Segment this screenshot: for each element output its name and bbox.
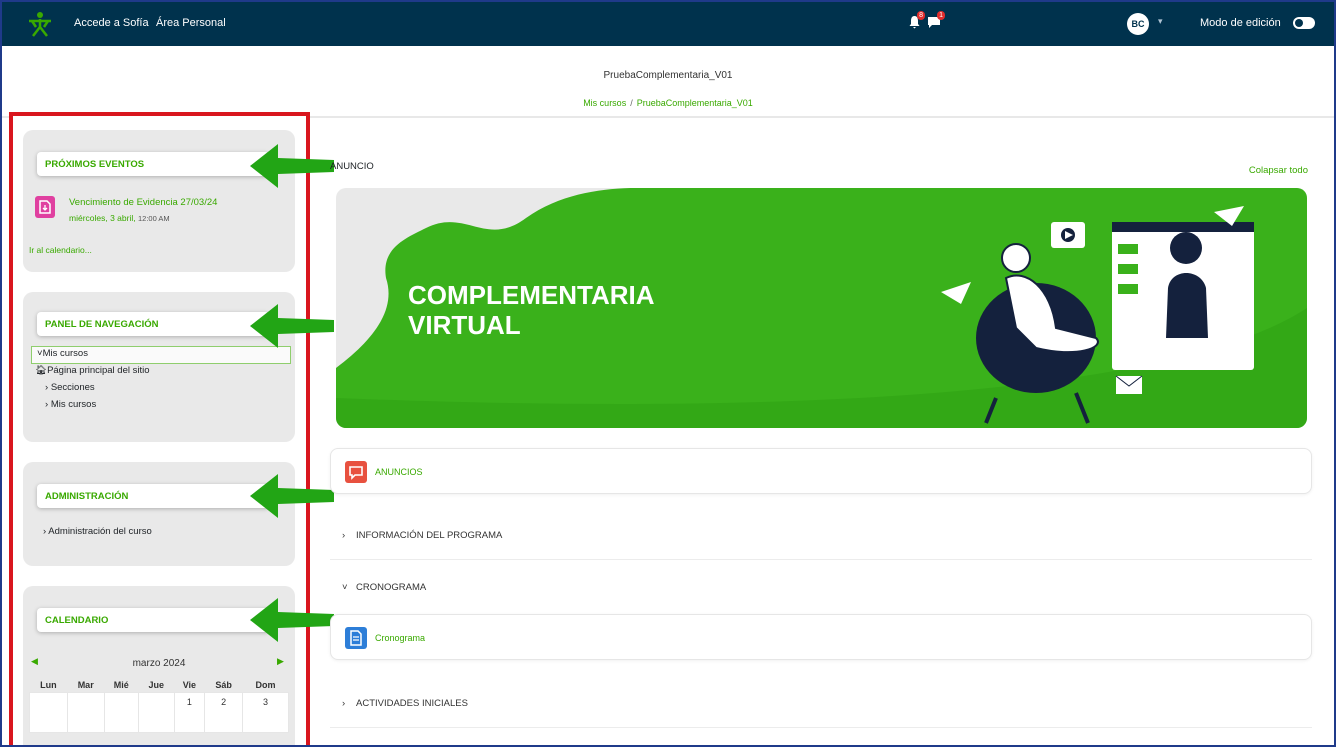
calendar-day [103, 691, 140, 733]
edit-mode-toggle[interactable] [1293, 17, 1315, 29]
collapse-all-link[interactable]: Colapsar todo [1249, 165, 1308, 176]
section-schedule[interactable]: ˅ CRONOGRAMA [330, 562, 1312, 600]
messages-button[interactable]: 1 [927, 11, 945, 30]
breadcrumb-separator: / [630, 98, 633, 108]
nav-item-home-label: Página principal del sitio [47, 365, 150, 376]
top-navbar: Accede a Sofía Área Personal 8 1 BC ▾ Mo… [2, 2, 1334, 46]
calendar-month: marzo 2024 [132, 658, 186, 669]
page-title: PruebaComplementaria_V01 [603, 70, 733, 81]
weekday-header: Dom [255, 679, 276, 690]
announcements-forum[interactable]: ANUNCIOS [330, 448, 1312, 494]
chevron-down-icon[interactable]: ▾ [1158, 16, 1163, 27]
chevron-down-icon: ˅ [342, 582, 348, 593]
document-icon [345, 627, 367, 649]
messages-badge: 1 [937, 11, 945, 20]
course-banner: COMPLEMENTARIA VIRTUAL [336, 188, 1307, 428]
weekday-header: Mié [113, 679, 129, 690]
section-title-text: CRONOGRAMA [356, 582, 427, 593]
notifications-badge: 8 [917, 11, 925, 20]
navigation-title: PANEL DE NAVEGACIÓN [37, 312, 269, 336]
schedule-label: Cronograma [375, 633, 426, 643]
nav-item-sections-label: Secciones [50, 382, 95, 393]
upcoming-events-title: PRÓXIMOS EVENTOS [37, 152, 269, 176]
announcement-section-label: ANUNCIO [330, 161, 374, 172]
weekday-header: Sáb [215, 679, 232, 690]
section-title: › INFORMACIÓN DEL PROGRAMA [342, 530, 502, 541]
edit-mode-label: Modo de edición [1200, 17, 1281, 29]
calendar-day [66, 691, 105, 733]
breadcrumb-my-courses[interactable]: Mis cursos [583, 98, 626, 108]
event-time: 12:00 AM [137, 214, 170, 223]
breadcrumb-course[interactable]: PruebaComplementaria_V01 [637, 98, 753, 108]
chevron-right-icon: › [342, 698, 346, 709]
banner-title-line2: VIRTUAL [408, 310, 521, 340]
notifications-button[interactable]: 8 [908, 11, 925, 30]
assignment-icon [35, 196, 55, 218]
nav-item-home[interactable]: 🏠︎Página principal del sitio [35, 365, 150, 376]
administration-title: ADMINISTRACIÓN [37, 484, 269, 508]
forum-icon [345, 461, 367, 483]
calendar-day [138, 691, 175, 733]
section-program-info[interactable]: › INFORMACIÓN DEL PROGRAMA [330, 510, 1312, 560]
weekday-header: Vie [182, 679, 197, 690]
section-title-text: INFORMACIÓN DEL PROGRAMA [356, 530, 503, 541]
event-link[interactable]: Vencimiento de Evidencia 27/03/24 [69, 197, 217, 208]
event-date-text: miércoles, 3 abril, [69, 213, 136, 223]
course-administration-link[interactable]: › Administración del curso [43, 526, 152, 537]
chevron-right-icon: › [342, 530, 346, 541]
weekday-header: Jue [148, 679, 165, 690]
calendar-day[interactable]: 2 [204, 691, 244, 733]
announcements-label: ANUNCIOS [375, 467, 423, 477]
section-title: ˅ CRONOGRAMA [342, 582, 426, 593]
event-date: miércoles, 3 abril, 12:00 AM [69, 213, 170, 223]
nav-item-my-courses-label: Mis cursos [42, 348, 88, 359]
home-icon: 🏠︎ [35, 365, 48, 376]
nav-item-my-courses[interactable]: ˅Mis cursos [37, 348, 88, 359]
nav-link-personal-area[interactable]: Área Personal [156, 17, 226, 29]
page-header: PruebaComplementaria_V01 Mis cursos / Prue… [2, 46, 1334, 118]
sena-logo-icon[interactable] [26, 10, 54, 38]
section-title-text: ACTIVIDADES INICIALES [356, 698, 468, 709]
section-initial-activities[interactable]: › ACTIVIDADES INICIALES [330, 678, 1312, 728]
weekday-header: Lun [40, 679, 57, 690]
calendar-day[interactable]: 3 [242, 691, 289, 733]
section-title: › ACTIVIDADES INICIALES [342, 698, 468, 709]
weekday-header: Mar [77, 679, 94, 690]
nav-item-my-courses-2-label: Mis cursos [50, 399, 97, 410]
browser-frame: Accede a Sofía Área Personal 8 1 BC ▾ Mo… [0, 0, 1336, 747]
user-avatar[interactable]: BC [1127, 13, 1149, 35]
calendar-day [29, 691, 68, 733]
course-content: ANUNCIO Colapsar todo COMPLEMENTARIA VIR… [320, 118, 1334, 745]
course-administration-label: Administración del curso [48, 526, 152, 537]
nav-item-sections[interactable]: › Secciones [45, 382, 95, 393]
nav-item-my-courses-2[interactable]: › Mis cursos [45, 399, 96, 410]
go-to-calendar-link[interactable]: Ir al calendario... [29, 245, 92, 255]
calendar-title: CALENDARIO [37, 608, 269, 632]
calendar-day[interactable]: 1 [173, 691, 206, 733]
banner-title-line1: COMPLEMENTARIA [408, 280, 655, 310]
banner-title: COMPLEMENTARIA VIRTUAL [408, 280, 655, 340]
next-month-icon[interactable]: ▶ [277, 656, 284, 667]
breadcrumb: Mis cursos / PruebaComplementaria_V01 [2, 98, 1334, 108]
calendar-grid: Lun Mar Mié Jue Vie Sáb Dom 1 2 3 [29, 678, 289, 733]
nav-link-sofia[interactable]: Accede a Sofía [74, 17, 149, 29]
schedule-resource[interactable]: Cronograma [330, 614, 1312, 660]
